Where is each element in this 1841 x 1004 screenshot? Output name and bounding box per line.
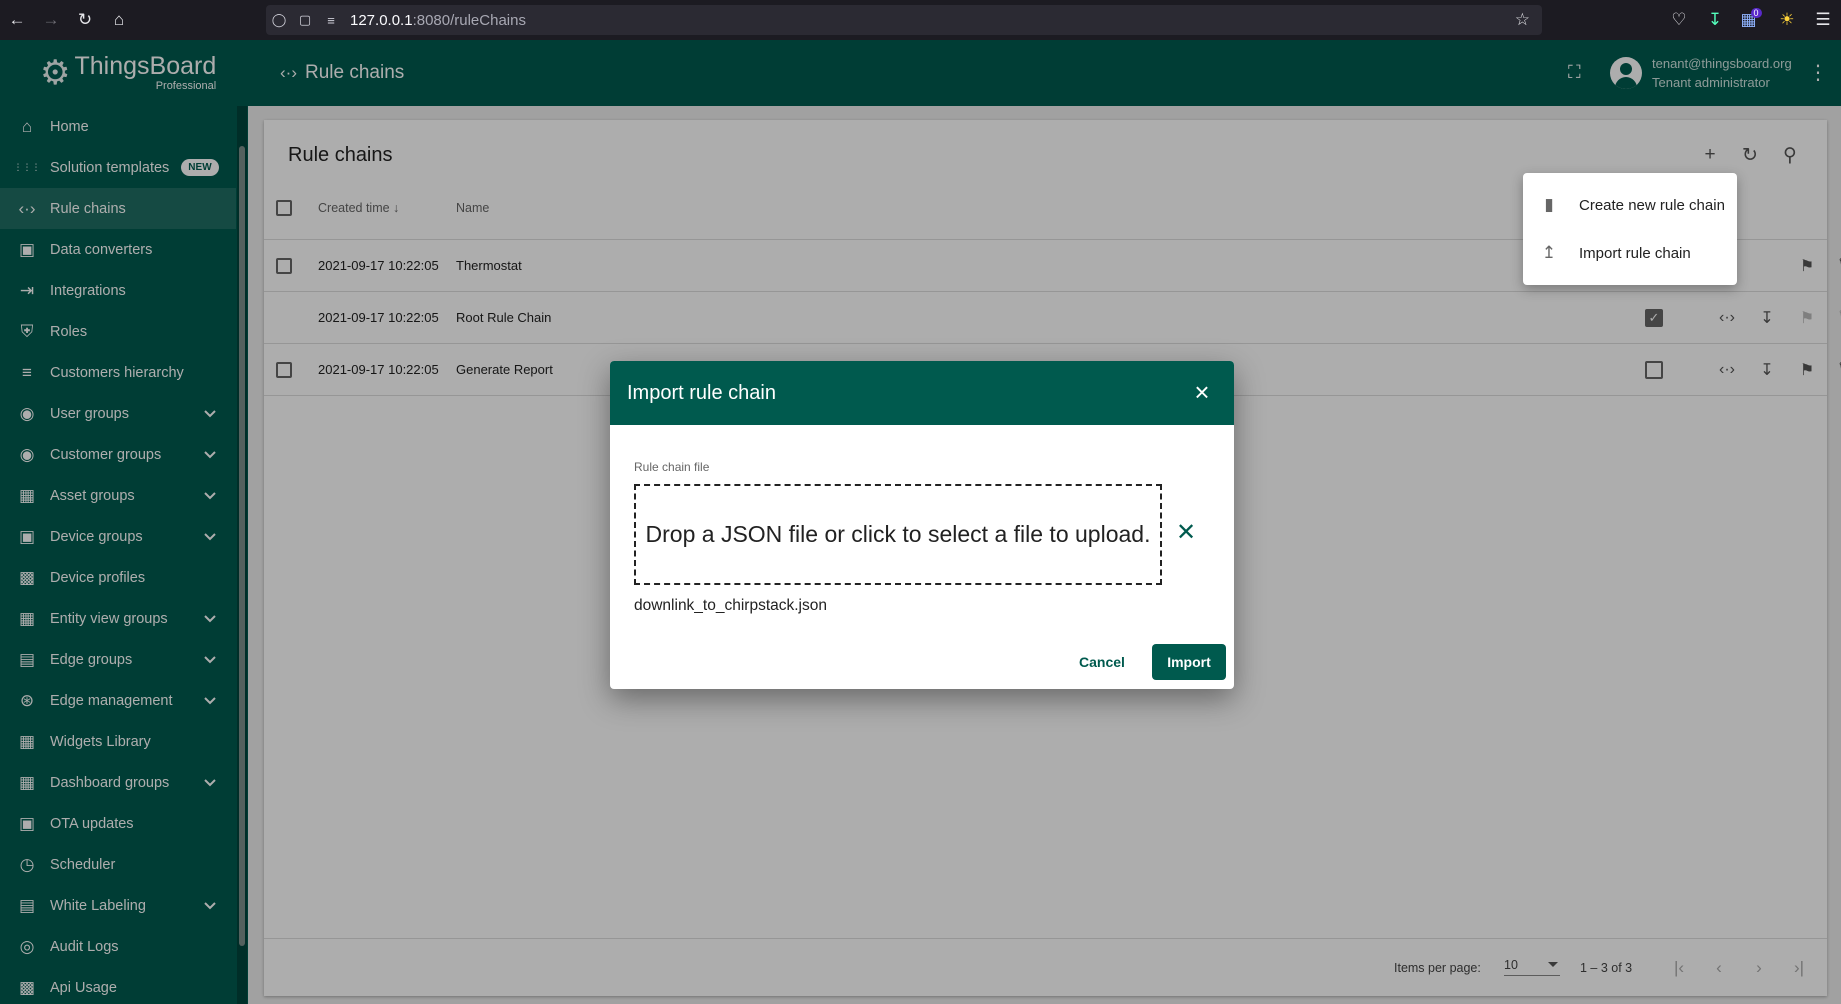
clear-file-icon[interactable]: ✕ <box>1172 519 1200 547</box>
add-menu: ▮ Create new rule chain ↥ Import rule chain <box>1523 173 1737 285</box>
file-dropzone[interactable]: Drop a JSON file or click to select a fi… <box>634 484 1162 585</box>
extension-icon[interactable]: ▦ 0 <box>1733 0 1769 40</box>
insert-drive-file-icon: ▮ <box>1544 195 1554 214</box>
selected-file-name: downlink_to_chirpstack.json <box>634 597 827 614</box>
bookmark-star-icon[interactable]: ☆ <box>1515 10 1530 30</box>
dialog-title: Import rule chain <box>627 381 776 404</box>
import-button[interactable]: Import <box>1152 644 1226 680</box>
file-upload-icon: ↥ <box>1541 243 1557 262</box>
url-text[interactable]: 127.0.0.1:8080/ruleChains <box>350 12 526 29</box>
dialog-body: Rule chain file Drop a JSON file or clic… <box>610 425 1234 689</box>
url-host: 127.0.0.1 <box>350 11 413 29</box>
reload-icon[interactable]: ↻ <box>68 0 102 40</box>
dialog-header: Import rule chain × <box>610 361 1234 425</box>
extension-badge: 0 <box>1750 8 1762 18</box>
forward-icon[interactable]: → <box>34 0 68 40</box>
pocket-icon[interactable]: ♡ <box>1661 0 1697 40</box>
back-icon[interactable]: ← <box>0 0 34 40</box>
cancel-button[interactable]: Cancel <box>1072 644 1132 680</box>
page-icon: ▢ <box>298 12 312 27</box>
url-path: :8080/ruleChains <box>412 11 526 29</box>
downloads-icon[interactable]: ↧ <box>1697 0 1733 40</box>
permissions-icon: ≡ <box>327 12 335 28</box>
menu-hamburger-icon[interactable]: ☰ <box>1805 0 1841 40</box>
dropzone-text: Drop a JSON file or click to select a fi… <box>645 521 1151 547</box>
menu-item-import-rule-chain[interactable]: ↥ Import rule chain <box>1523 229 1737 277</box>
menu-item-label: Create new rule chain <box>1579 196 1725 214</box>
file-field-label: Rule chain file <box>634 460 710 474</box>
url-bar[interactable]: ◯ ▢ ≡ 127.0.0.1:8080/ruleChains ☆ <box>266 5 1542 35</box>
close-icon[interactable]: × <box>1188 379 1216 407</box>
import-rule-chain-dialog: Import rule chain × Rule chain file Drop… <box>610 361 1234 689</box>
browser-toolbar: ← → ↻ ⌂ ◯ ▢ ≡ 127.0.0.1:8080/ruleChains … <box>0 0 1841 40</box>
theme-sun-icon[interactable]: ☀ <box>1769 0 1805 40</box>
menu-item-create-new-rule-chain[interactable]: ▮ Create new rule chain <box>1523 181 1737 229</box>
menu-item-label: Import rule chain <box>1579 244 1691 262</box>
shield-tracking-icon: ◯ <box>271 12 287 27</box>
home-browser-icon[interactable]: ⌂ <box>102 0 136 40</box>
